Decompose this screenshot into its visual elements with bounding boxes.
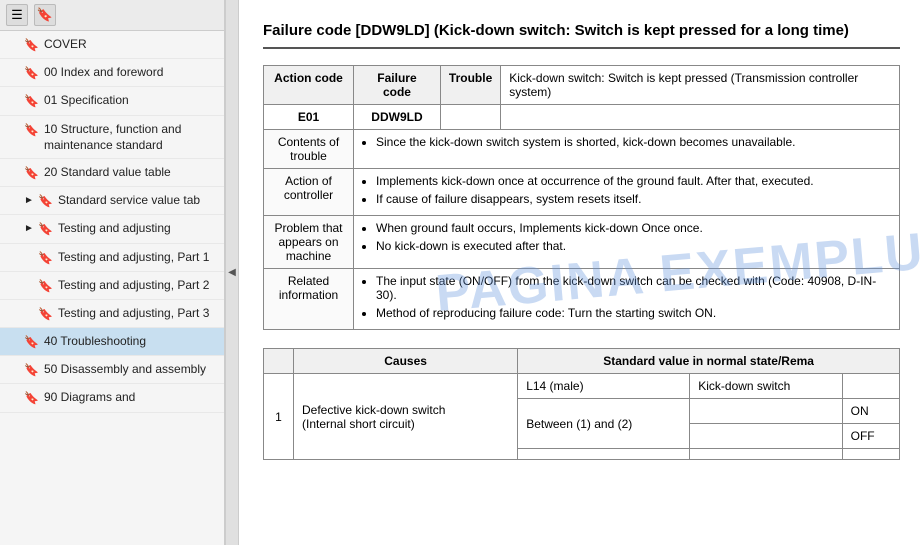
bookmark-icon-40-trouble: 🔖 — [24, 334, 39, 350]
bookmark-icon-testing-adj: 🔖 — [38, 221, 53, 237]
connector-label: L14 (male) — [518, 374, 690, 399]
bookmark-icon-testing-p3: 🔖 — [38, 306, 53, 322]
action-label: Action of controller — [264, 169, 354, 216]
sidebar-item-testing-adj[interactable]: ► 🔖 Testing and adjusting — [0, 215, 224, 243]
trouble-desc-empty — [501, 105, 900, 130]
on-state — [690, 399, 842, 424]
sidebar-label-50-disassembly: 50 Disassembly and assembly — [44, 361, 216, 377]
empty-1 — [518, 449, 690, 460]
bookmark-icon-10-structure: 🔖 — [24, 122, 39, 138]
contents-label: Contents of trouble — [264, 130, 354, 169]
off-state — [690, 424, 842, 449]
expand-arrow: ► — [24, 222, 34, 236]
sidebar-label-testing-p2: Testing and adjusting, Part 2 — [58, 277, 216, 293]
sidebar: ☰ 🔖 🔖 COVER 🔖 00 Index and foreword 🔖 01 Spec… — [0, 0, 225, 545]
problem-value: When ground fault occurs, Implements kic… — [354, 216, 900, 269]
sidebar-label-testing-adj: Testing and adjusting — [58, 220, 216, 236]
sidebar-item-std-service[interactable]: ► 🔖 Standard service value tab — [0, 187, 224, 215]
trouble-header: Trouble — [440, 66, 500, 105]
num-header — [264, 349, 294, 374]
related-value: The input state (ON/OFF) from the kick-d… — [354, 269, 900, 330]
cause-num: 1 — [264, 374, 294, 460]
sidebar-item-90-diagrams[interactable]: 🔖 90 Diagrams and — [0, 384, 224, 412]
sidebar-toolbar: ☰ 🔖 — [0, 0, 224, 31]
sidebar-item-cover[interactable]: 🔖 COVER — [0, 31, 224, 59]
related-label: Related information — [264, 269, 354, 330]
sidebar-label-std-service: Standard service value tab — [58, 192, 216, 208]
sidebar-label-10-structure: 10 Structure, function and maintenance s… — [44, 121, 216, 153]
off-value: OFF — [842, 424, 899, 449]
empty-2 — [690, 449, 842, 460]
on-off-header — [842, 374, 899, 399]
bookmark-icon-00-index: 🔖 — [24, 65, 39, 81]
problem-label: Problem that appears on machine — [264, 216, 354, 269]
standard-header: Standard value in normal state/Rema — [518, 349, 900, 374]
kick-down-label: Kick-down switch — [690, 374, 842, 399]
action-value: Implements kick-down once at occurrence … — [354, 169, 900, 216]
sidebar-item-10-structure[interactable]: 🔖 10 Structure, function and maintenance … — [0, 116, 224, 159]
sidebar-collapse-handle[interactable]: ◀ — [225, 0, 239, 545]
bookmark-icon-90-diagrams: 🔖 — [24, 390, 39, 406]
sidebar-item-40-trouble[interactable]: 🔖 40 Troubleshooting — [0, 328, 224, 356]
bookmark-icon-20-standard: 🔖 — [24, 165, 39, 181]
empty-3 — [842, 449, 899, 460]
bookmark-icon-std-service: 🔖 — [38, 193, 53, 209]
bookmark-icon[interactable]: 🔖 — [34, 4, 56, 26]
sidebar-item-testing-p1[interactable]: 🔖 Testing and adjusting, Part 1 — [0, 244, 224, 272]
sidebar-label-cover: COVER — [44, 36, 216, 52]
action-code-value: E01 — [264, 105, 354, 130]
sidebar-label-90-diagrams: 90 Diagrams and — [44, 389, 216, 405]
failure-code-header: Failure code — [354, 66, 441, 105]
bookmark-icon-testing-p2: 🔖 — [38, 278, 53, 294]
page-title: Failure code [DDW9LD] (Kick-down switch:… — [263, 20, 900, 49]
expand-arrow: ► — [24, 194, 34, 208]
bookmark-icon-cover: 🔖 — [24, 37, 39, 53]
failure-code-value: DDW9LD — [354, 105, 441, 130]
bookmark-icon-50-disassembly: 🔖 — [24, 362, 39, 378]
contents-value: Since the kick-down switch system is sho… — [354, 130, 900, 169]
bookmark-icon-testing-p1: 🔖 — [38, 250, 53, 266]
sidebar-label-testing-p3: Testing and adjusting, Part 3 — [58, 305, 216, 321]
causes-table: Causes Standard value in normal state/Re… — [263, 348, 900, 460]
sidebar-label-20-standard: 20 Standard value table — [44, 164, 216, 180]
info-table: Action code Failure code Trouble Kick-do… — [263, 65, 900, 330]
sidebar-label-40-trouble: 40 Troubleshooting — [44, 333, 216, 349]
between-label: Between (1) and (2) — [518, 399, 690, 449]
sidebar-label-01-spec: 01 Specification — [44, 92, 216, 108]
cause-desc: Defective kick-down switch(Internal shor… — [294, 374, 518, 460]
sidebar-item-20-standard[interactable]: 🔖 20 Standard value table — [0, 159, 224, 187]
action-code-header: Action code — [264, 66, 354, 105]
sidebar-item-testing-p2[interactable]: 🔖 Testing and adjusting, Part 2 — [0, 272, 224, 300]
trouble-spacer — [440, 105, 500, 130]
sidebar-item-00-index[interactable]: 🔖 00 Index and foreword — [0, 59, 224, 87]
bookmark-icon-01-spec: 🔖 — [24, 93, 39, 109]
sidebar-label-testing-p1: Testing and adjusting, Part 1 — [58, 249, 216, 265]
sidebar-item-01-spec[interactable]: 🔖 01 Specification — [0, 87, 224, 115]
on-value: ON — [842, 399, 899, 424]
sidebar-items-container: 🔖 COVER 🔖 00 Index and foreword 🔖 01 Specific… — [0, 31, 224, 413]
main-content: Failure code [DDW9LD] (Kick-down switch:… — [239, 0, 924, 545]
sidebar-item-testing-p3[interactable]: 🔖 Testing and adjusting, Part 3 — [0, 300, 224, 328]
causes-header: Causes — [294, 349, 518, 374]
sidebar-item-50-disassembly[interactable]: 🔖 50 Disassembly and assembly — [0, 356, 224, 384]
trouble-desc-cell: Kick-down switch: Switch is kept pressed… — [501, 66, 900, 105]
menu-icon[interactable]: ☰ — [6, 4, 28, 26]
sidebar-label-00-index: 00 Index and foreword — [44, 64, 216, 80]
